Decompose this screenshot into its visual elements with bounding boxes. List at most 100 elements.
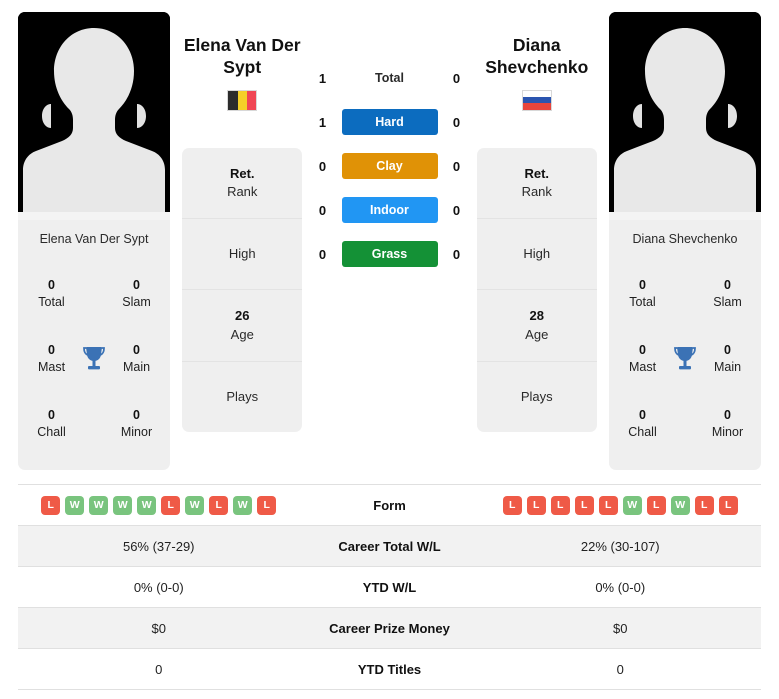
table-row-form: LWWWWLWLWL Form LLLLLWLWLL bbox=[18, 485, 761, 526]
h2h-row-clay: 0 Clay 0 bbox=[315, 152, 465, 180]
right-titles-main-label: Main bbox=[713, 359, 742, 374]
right-rank-value: Ret. bbox=[524, 165, 550, 181]
right-form-badges: LLLLLWLWLL bbox=[484, 495, 758, 515]
right-rank-label: Rank bbox=[521, 183, 552, 199]
left-form-badge: W bbox=[65, 495, 85, 515]
right-player-avatar[interactable] bbox=[609, 12, 761, 220]
player-comparison-header: Elena Van Der Sypt 0 Total 0 Slam 0 Mast bbox=[0, 0, 779, 470]
right-ytd-wl: 0% (0-0) bbox=[595, 579, 646, 595]
h2h-total-label: Total bbox=[375, 71, 404, 85]
left-form-badge: L bbox=[209, 495, 229, 515]
left-player-avatar[interactable] bbox=[18, 12, 170, 220]
right-titles-mast: 0 Mast bbox=[617, 342, 668, 376]
left-player-column: Elena Van Der Sypt 0 Total 0 Slam 0 Mast bbox=[18, 12, 170, 470]
trophy-icon-glyph bbox=[674, 346, 696, 370]
left-age-label: Age bbox=[230, 326, 254, 342]
h2h-total-right-score: 0 bbox=[452, 70, 461, 86]
left-titles-chall-value: 0 bbox=[48, 408, 55, 423]
h2h-hard-badge[interactable]: Hard bbox=[341, 109, 438, 135]
left-titles-slam-value: 0 bbox=[133, 277, 140, 292]
left-form-badge: W bbox=[113, 495, 133, 515]
h2h-row-grass: 0 Grass 0 bbox=[315, 240, 465, 268]
left-form-badge: W bbox=[233, 495, 253, 515]
player-silhouette-icon bbox=[609, 12, 761, 220]
right-titles-total-label: Total bbox=[629, 294, 656, 309]
left-form-cell: LWWWWLWLWL bbox=[18, 487, 300, 524]
h2h-total-left-score: 1 bbox=[318, 70, 327, 86]
left-titles-mast-value: 0 bbox=[48, 343, 55, 358]
right-player-flag-russia bbox=[521, 89, 552, 111]
left-age-cell: 26 Age bbox=[182, 290, 303, 362]
left-rank-label: Rank bbox=[227, 183, 258, 199]
left-form-badge: L bbox=[257, 495, 277, 515]
left-career-prize: $0 bbox=[151, 620, 166, 636]
row-label-form: Form bbox=[373, 497, 406, 513]
h2h-row-total: 1 Total 0 bbox=[315, 64, 465, 92]
left-form-badge: L bbox=[161, 495, 181, 515]
left-ytd-titles: 0 bbox=[155, 661, 163, 677]
right-plays-cell: Plays bbox=[477, 362, 597, 432]
h2h-clay-badge[interactable]: Clay bbox=[341, 153, 438, 179]
left-player-card-name: Elena Van Der Sypt bbox=[39, 232, 149, 246]
right-plays-label: Plays bbox=[520, 388, 553, 404]
right-titles-total: 0 Total bbox=[617, 277, 668, 311]
right-form-badge: L bbox=[526, 495, 546, 515]
h2h-row-indoor: 0 Indoor 0 bbox=[315, 196, 465, 224]
left-age-value: 26 bbox=[235, 308, 250, 324]
right-player-column: Diana Shevchenko 0 Total 0 Slam 0 Mast 0… bbox=[609, 12, 761, 470]
left-titles-main-label: Main bbox=[122, 359, 151, 374]
right-titles-main: 0 Main bbox=[702, 342, 753, 376]
left-form-badge: L bbox=[41, 495, 61, 515]
h2h-hard-left-score: 1 bbox=[318, 114, 327, 130]
left-career-wl: 56% (37-29) bbox=[122, 538, 195, 554]
left-ytd-wl: 0% (0-0) bbox=[133, 579, 184, 595]
left-titles-total-value: 0 bbox=[48, 277, 55, 292]
left-player-flag-belgium bbox=[227, 89, 258, 111]
trophy-icon-glyph bbox=[83, 346, 105, 370]
h2h-grass-badge[interactable]: Grass bbox=[341, 241, 438, 267]
h2h-grass-left-score: 0 bbox=[318, 246, 327, 262]
right-player-info-column: Diana Shevchenko Ret. Rank High 28 Age P… bbox=[465, 12, 610, 470]
right-titles-chall-label: Chall bbox=[628, 425, 657, 440]
left-plays-cell: Plays bbox=[182, 362, 302, 432]
left-form-badges: LWWWWLWLWL bbox=[22, 495, 296, 515]
h2h-hard-right-score: 0 bbox=[452, 114, 461, 130]
left-titles-total: 0 Total bbox=[26, 277, 77, 311]
left-titles-grid: 0 Total 0 Slam 0 Mast 0 Main 0 Chall 0 M… bbox=[26, 262, 162, 456]
right-form-badge: W bbox=[670, 495, 690, 515]
left-titles-main-value: 0 bbox=[133, 343, 140, 358]
head-to-head-surface-list: 1 Total 0 1 Hard 0 0 Clay 0 0 Indoor 0 0… bbox=[315, 12, 465, 470]
table-row-career-prize: $0 Career Prize Money $0 bbox=[18, 608, 761, 649]
right-titles-slam-label: Slam bbox=[713, 294, 742, 309]
left-rank-cell: Ret. Rank bbox=[182, 148, 303, 220]
left-player-info-column: Elena Van Der Sypt Ret. Rank High 26 Age… bbox=[170, 12, 315, 470]
right-form-badge: L bbox=[694, 495, 714, 515]
left-player-titles-card: Elena Van Der Sypt 0 Total 0 Slam 0 Mast bbox=[18, 220, 170, 470]
right-form-cell: LLLLLWLWLL bbox=[480, 487, 762, 524]
h2h-row-hard: 1 Hard 0 bbox=[315, 108, 465, 136]
left-titles-minor-label: Minor bbox=[120, 425, 153, 440]
player-silhouette-icon bbox=[18, 12, 170, 220]
left-high-label: High bbox=[228, 246, 256, 262]
right-player-info-card: Ret. Rank High 28 Age Plays bbox=[476, 147, 597, 432]
right-form-badge: L bbox=[646, 495, 666, 515]
left-titles-slam: 0 Slam bbox=[111, 277, 162, 311]
right-titles-minor-label: Minor bbox=[711, 425, 744, 440]
left-player-name[interactable]: Elena Van Der Sypt bbox=[178, 34, 307, 79]
h2h-indoor-right-score: 0 bbox=[452, 202, 461, 218]
right-age-cell: 28 Age bbox=[476, 290, 597, 362]
right-titles-main-value: 0 bbox=[724, 343, 731, 358]
left-form-badge: W bbox=[137, 495, 157, 515]
right-age-label: Age bbox=[525, 326, 549, 342]
right-career-prize: $0 bbox=[613, 620, 628, 636]
h2h-indoor-badge[interactable]: Indoor bbox=[341, 197, 438, 223]
left-titles-main: 0 Main bbox=[111, 342, 162, 376]
right-titles-mast-value: 0 bbox=[639, 343, 646, 358]
right-titles-minor: 0 Minor bbox=[702, 407, 753, 441]
table-row-career-wl: 56% (37-29) Career Total W/L 22% (30-107… bbox=[18, 526, 761, 567]
table-row-ytd-titles: 0 YTD Titles 0 bbox=[18, 649, 761, 690]
right-ytd-titles: 0 bbox=[616, 661, 624, 677]
right-player-name[interactable]: Diana Shevchenko bbox=[473, 34, 602, 79]
player-stats-table: LWWWWLWLWL Form LLLLLWLWLL 56% (37-29) C… bbox=[18, 484, 761, 690]
right-form-badge: L bbox=[550, 495, 570, 515]
